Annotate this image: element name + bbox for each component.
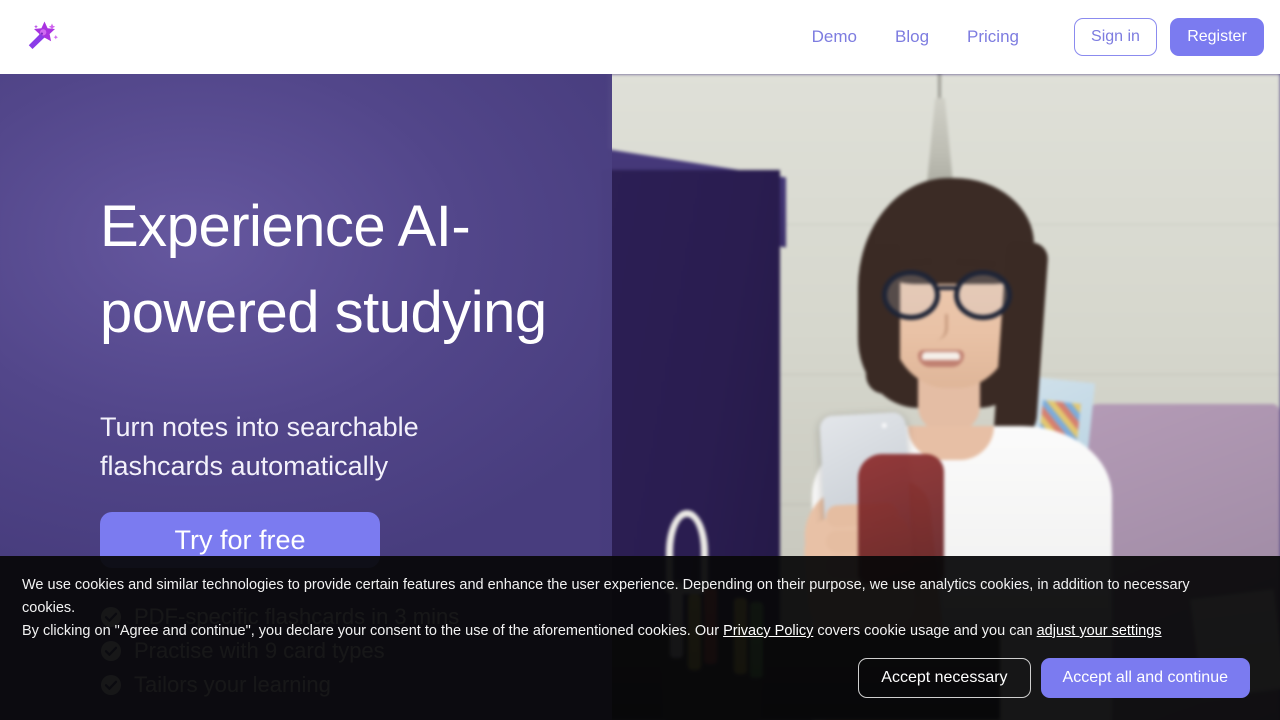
lens <box>954 270 1012 320</box>
nav-link-pricing[interactable]: Pricing <box>948 0 1038 74</box>
cookie-action-buttons: Accept necessary Accept all and continue <box>858 658 1250 698</box>
site-header: Demo Blog Pricing Sign in Register <box>0 0 1280 74</box>
lens <box>882 270 940 320</box>
register-button[interactable]: Register <box>1170 18 1264 56</box>
cookie-text-part-1: By clicking on "Agree and continue", you… <box>22 623 724 639</box>
nav-link-blog[interactable]: Blog <box>876 0 948 74</box>
brand-logo-link[interactable] <box>20 14 66 60</box>
privacy-policy-link[interactable]: Privacy Policy <box>723 623 813 639</box>
landing-page: Demo Blog Pricing Sign in Register Exper… <box>0 0 1280 720</box>
cookie-consent-banner: We use cookies and similar technologies … <box>0 556 1280 720</box>
accept-all-button[interactable]: Accept all and continue <box>1040 658 1250 698</box>
cookie-text-part-2: covers cookie usage and you can <box>813 623 1037 639</box>
sign-in-button[interactable]: Sign in <box>1074 18 1157 56</box>
hero-subtitle: Turn notes into searchable flashcards au… <box>100 412 419 481</box>
nav-link-demo[interactable]: Demo <box>793 0 876 74</box>
cookie-paragraph-1: We use cookies and similar technologies … <box>22 577 1190 616</box>
eyeglasses-icon <box>882 270 1024 322</box>
teeth <box>922 352 960 360</box>
primary-navigation: Demo Blog Pricing Sign in Register <box>793 0 1264 74</box>
cookie-paragraph-2: By clicking on "Agree and continue", you… <box>22 620 1212 643</box>
adjust-settings-link[interactable]: adjust your settings <box>1037 623 1162 639</box>
accept-necessary-button[interactable]: Accept necessary <box>858 658 1031 698</box>
magic-wand-icon <box>23 15 63 60</box>
bridge <box>938 286 958 290</box>
hero-title: Experience AI-powered studying <box>100 194 547 345</box>
